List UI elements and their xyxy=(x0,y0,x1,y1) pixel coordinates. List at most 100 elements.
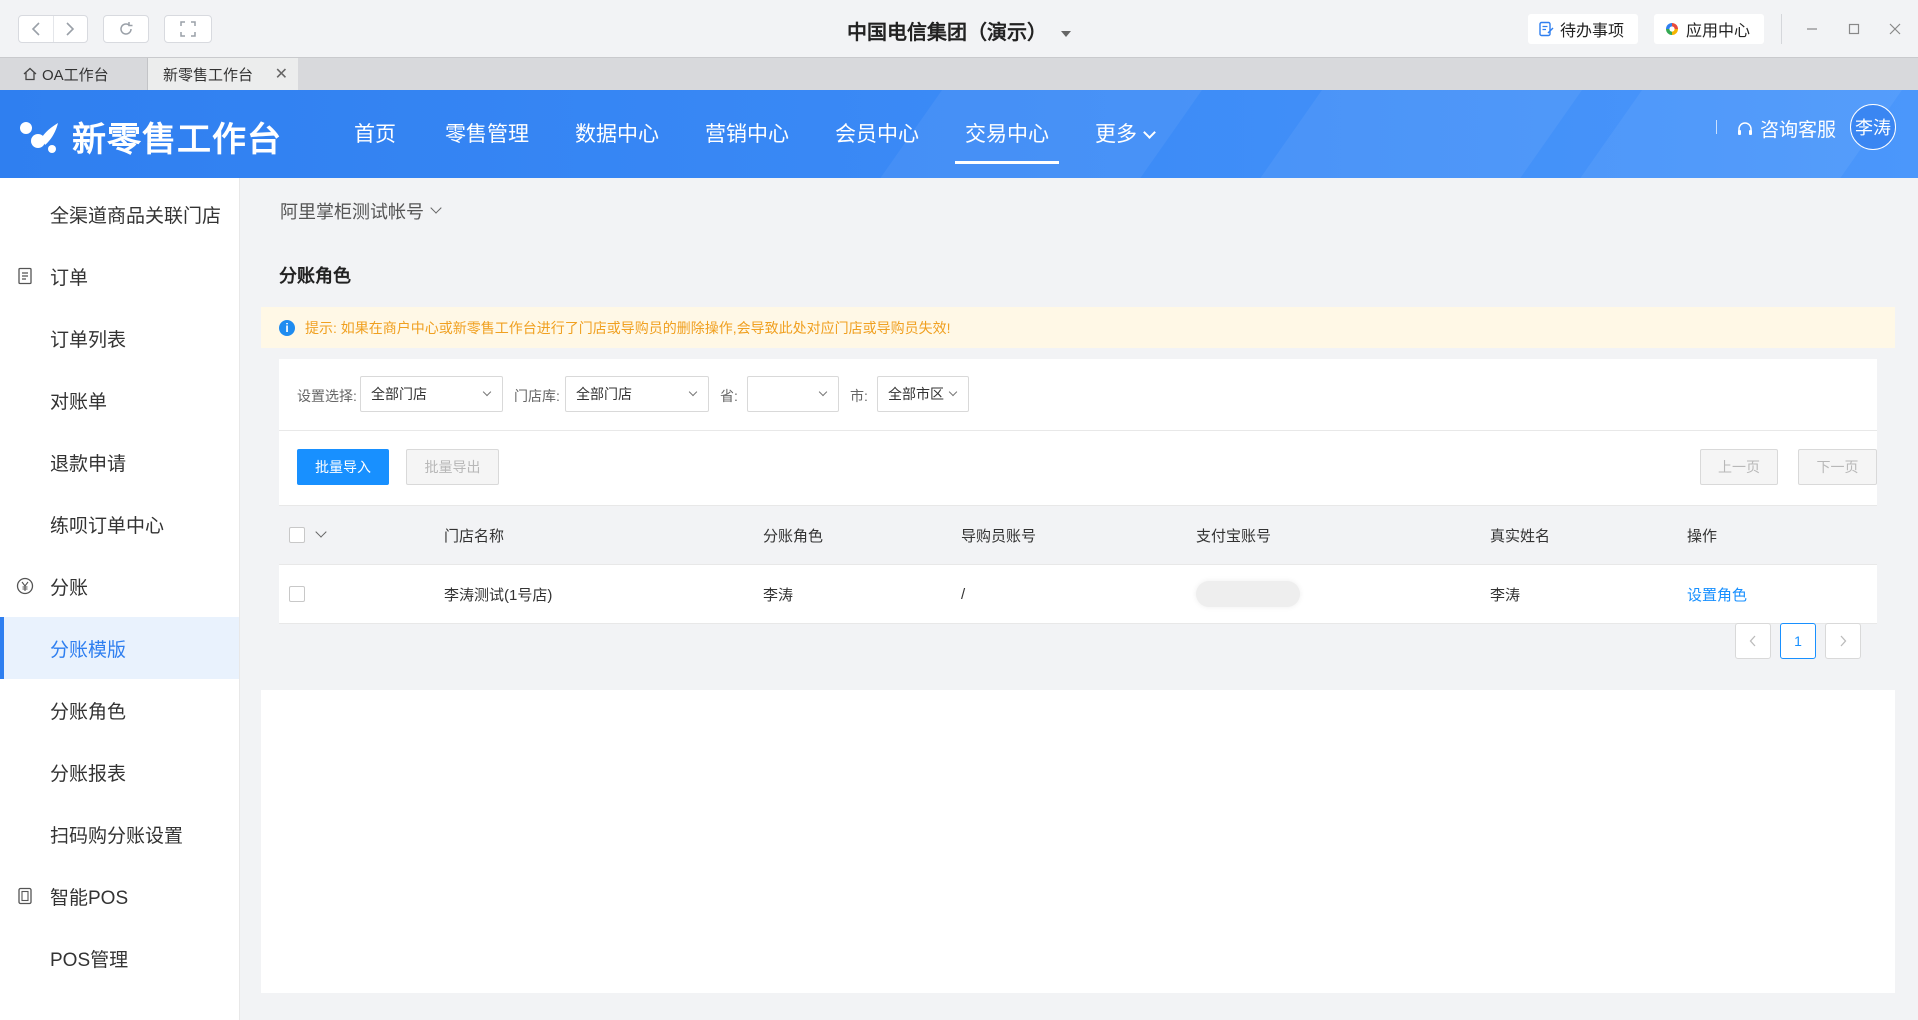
row-checkbox[interactable] xyxy=(289,586,305,602)
app-center-icon xyxy=(1666,23,1678,35)
chevron-down-icon xyxy=(818,387,828,397)
split-role-card: 分账角色 i 提示: 如果在商户中心或新零售工作台进行了门店或导购员的删除操作,… xyxy=(261,243,1895,993)
cell-real-name: 李涛 xyxy=(1490,586,1521,604)
sidebar-item-statement[interactable]: 对账单 xyxy=(0,369,239,431)
nav-more[interactable]: 更多 xyxy=(1095,118,1156,178)
nav-home[interactable]: 首页 xyxy=(354,118,396,178)
cell-actions: 设置角色 xyxy=(1687,565,1747,623)
nav-data-center[interactable]: 数据中心 xyxy=(575,118,659,178)
app-logo[interactable]: 新零售工作台 xyxy=(18,112,282,161)
main-content: 阿里掌柜测试帐号 分账角色 i 提示: 如果在商户中心或新零售工作台进行了门店或… xyxy=(240,178,1918,1020)
cell-store-name: 李涛测试(1号店) xyxy=(444,586,553,604)
city-label: 市: xyxy=(850,388,868,404)
minimize-icon[interactable] xyxy=(1797,14,1827,44)
nav-marketing-center[interactable]: 营销中心 xyxy=(705,118,789,178)
action-bar: 批量导入 批量导出 上一页 下一页 xyxy=(279,431,1877,505)
tab-new-retail-workbench[interactable]: 新零售工作台 ✕ xyxy=(148,58,298,90)
province-label: 省: xyxy=(720,388,738,404)
headset-icon xyxy=(1738,121,1752,135)
chevron-down-icon xyxy=(948,387,958,397)
chevron-down-icon xyxy=(482,387,492,397)
order-doc-icon xyxy=(14,265,36,287)
todo-button[interactable]: 待办事项 xyxy=(1528,14,1639,44)
column-header-guide-account: 导购员账号 xyxy=(961,527,1037,545)
pagination-next-icon[interactable] xyxy=(1825,623,1861,659)
user-avatar[interactable]: 李涛 xyxy=(1850,104,1896,150)
tab-label: 新零售工作台 xyxy=(163,66,254,84)
chevron-down-icon[interactable] xyxy=(315,526,327,538)
app-center-button[interactable]: 应用中心 xyxy=(1654,14,1765,44)
sidebar-item-lianbei-order-center[interactable]: 练呗订单中心 xyxy=(0,493,239,555)
chevron-down-icon xyxy=(1143,126,1156,139)
pagination: 1 xyxy=(1735,623,1861,659)
sidebar-group-orders[interactable]: 订单 xyxy=(0,245,239,307)
pagination-current-page[interactable]: 1 xyxy=(1780,623,1816,659)
page-title: 分账角色 xyxy=(261,243,1895,307)
info-icon: i xyxy=(279,319,295,336)
customer-service-button[interactable]: 咨询客服 xyxy=(1736,115,1836,142)
warning-notice: i 提示: 如果在商户中心或新零售工作台进行了门店或导购员的删除操作,会导致此处… xyxy=(261,307,1895,348)
nav-member-center[interactable]: 会员中心 xyxy=(835,118,919,178)
account-selector[interactable]: 阿里掌柜测试帐号 xyxy=(280,198,442,224)
sidebar-item-split-template[interactable]: 分账模版 xyxy=(0,617,239,679)
table-row: 李涛测试(1号店) 李涛 / 李涛 设置角色 xyxy=(279,565,1877,624)
store-library-select[interactable]: 全部门店 xyxy=(565,376,709,412)
cell-split-role: 李涛 xyxy=(763,586,794,604)
sidebar-item-pos-management[interactable]: POS管理 xyxy=(0,927,239,989)
sidebar-item-scan-buy-split-settings[interactable]: 扫码购分账设置 xyxy=(0,803,239,865)
titlebar-divider xyxy=(1781,14,1782,44)
province-select[interactable] xyxy=(747,376,839,412)
pos-terminal-icon xyxy=(14,885,36,907)
maximize-icon[interactable] xyxy=(1839,14,1869,44)
pagination-prev-icon[interactable] xyxy=(1735,623,1771,659)
column-header-split-role: 分账角色 xyxy=(763,527,824,545)
nav-retail-management[interactable]: 零售管理 xyxy=(445,118,529,178)
table-header: 门店名称 分账角色 导购员账号 支付宝账号 真实姓名 操作 xyxy=(279,505,1877,565)
row-select-cell xyxy=(289,565,305,623)
notice-text: 提示: 如果在商户中心或新零售工作台进行了门店或导购员的删除操作,会导致此处对应… xyxy=(305,319,951,336)
select-all-checkbox[interactable] xyxy=(289,527,305,543)
header-divider xyxy=(1716,120,1717,134)
select-all-cell xyxy=(289,506,327,564)
app-center-label: 应用中心 xyxy=(1686,23,1751,40)
city-select[interactable]: 全部市区 xyxy=(877,376,969,412)
sidebar-item-split-report[interactable]: 分账报表 xyxy=(0,741,239,803)
filter-bar: 设置选择: 全部门店 门店库: 全部门店 省: 市: 全部市区 xyxy=(279,359,1877,431)
prev-page-button[interactable]: 上一页 xyxy=(1700,449,1778,485)
sidebar-group-smart-pos[interactable]: 智能POS xyxy=(0,865,239,927)
next-page-button[interactable]: 下一页 xyxy=(1798,449,1877,485)
cell-guide-account: / xyxy=(961,585,966,603)
home-icon xyxy=(23,67,37,81)
window-titlebar: 中国电信集团（演示） 待办事项 应用中心 xyxy=(0,0,1918,57)
sidebar-item-omnichannel-store-link[interactable]: 全渠道商品关联门店 xyxy=(0,183,239,245)
setting-select[interactable]: 全部门店 xyxy=(360,376,503,412)
setting-select-label: 设置选择: xyxy=(297,388,357,404)
logo-text: 新零售工作台 xyxy=(72,121,282,159)
logo-mark-icon xyxy=(20,121,58,153)
todo-label: 待办事项 xyxy=(1560,23,1625,40)
sidebar-group-split[interactable]: 分账 xyxy=(0,555,239,617)
title-dropdown-caret-icon[interactable] xyxy=(1061,30,1071,37)
yen-circle-icon xyxy=(14,575,36,597)
chevron-down-icon xyxy=(688,387,698,397)
sidebar-item-refund-request[interactable]: 退款申请 xyxy=(0,431,239,493)
store-library-label: 门店库: xyxy=(514,388,560,404)
batch-import-button[interactable]: 批量导入 xyxy=(297,449,389,485)
tab-oa-workbench[interactable]: OA工作台 xyxy=(0,58,148,90)
cell-alipay-account xyxy=(1196,565,1300,623)
chevron-down-icon xyxy=(430,202,442,214)
tab-label: OA工作台 xyxy=(42,66,109,84)
sidebar: 全渠道商品关联门店 订单 订单列表 对账单 退款申请 练呗订单中心 分账 分账模… xyxy=(0,178,240,1020)
top-nav-header: 新零售工作台 首页 零售管理 数据中心 营销中心 会员中心 交易中心 更多 咨询… xyxy=(0,90,1918,178)
set-role-link[interactable]: 设置角色 xyxy=(1687,584,1747,605)
batch-export-button[interactable]: 批量导出 xyxy=(406,449,499,485)
todo-icon xyxy=(1539,21,1554,37)
sidebar-item-split-role[interactable]: 分账角色 xyxy=(0,679,239,741)
sidebar-item-order-list[interactable]: 订单列表 xyxy=(0,307,239,369)
close-tab-icon[interactable]: ✕ xyxy=(275,64,288,84)
column-header-actions: 操作 xyxy=(1687,527,1718,545)
close-window-icon[interactable] xyxy=(1880,14,1910,44)
header-decoration xyxy=(1209,90,1611,178)
nav-trade-center[interactable]: 交易中心 xyxy=(955,118,1059,178)
column-header-real-name: 真实姓名 xyxy=(1490,527,1551,545)
